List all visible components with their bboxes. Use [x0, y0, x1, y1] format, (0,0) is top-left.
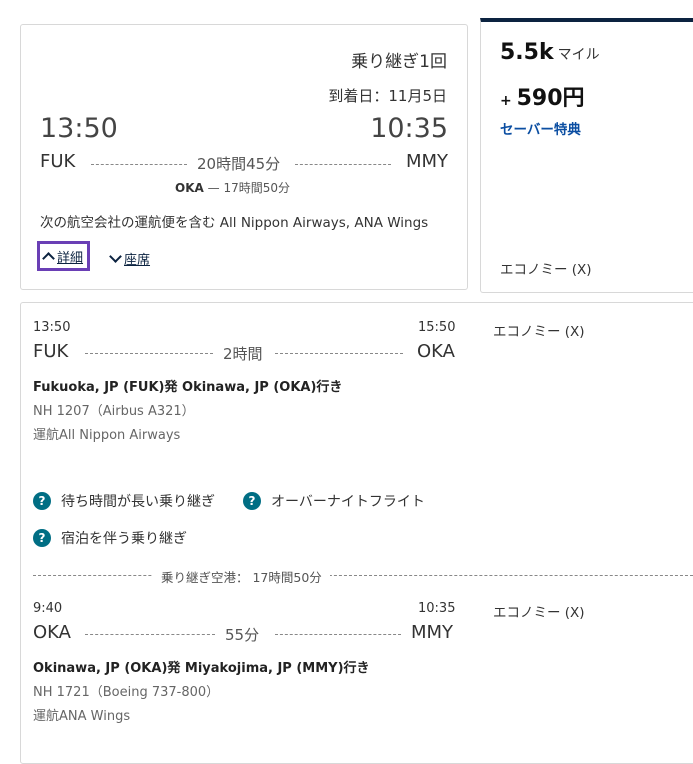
- question-icon: ?: [33, 529, 51, 547]
- segment-1-flight: NH 1207（Airbus A321）: [33, 404, 195, 419]
- warning-label: オーバーナイトフライト: [271, 494, 425, 510]
- connection-info: OKA — 17時間50分: [175, 179, 290, 196]
- warning-label: 宿泊を伴う乗り継ぎ: [61, 531, 187, 547]
- segment-1-cabin: エコノミー (X): [493, 324, 585, 340]
- segment-1-origin: FUK: [33, 341, 69, 362]
- segment-2-route: Okinawa, JP (OKA)発 Miyakojima, JP (MMY)行…: [33, 661, 370, 676]
- tax-value: 590円: [516, 86, 585, 111]
- segment-2-flight: NH 1721（Boeing 737-800）: [33, 685, 220, 700]
- tax-price: + 590円: [500, 86, 585, 111]
- segment-1-line-right: [275, 353, 403, 354]
- question-icon: ?: [33, 492, 51, 510]
- question-icon: ?: [243, 492, 261, 510]
- miles-price: 5.5k マイル: [500, 40, 600, 65]
- total-duration: 20時間45分: [197, 155, 281, 173]
- layover-divider: [33, 575, 693, 576]
- destination-code: MMY: [405, 151, 448, 172]
- stops-count: 乗り継ぎ1回: [351, 52, 447, 72]
- seats-toggle-button[interactable]: 座席: [109, 246, 151, 270]
- arrive-time: 10:35: [370, 113, 448, 144]
- segment-2-depart-time: 9:40: [33, 601, 63, 616]
- details-label: 詳細: [57, 250, 84, 266]
- segment-2-arrive-time: 10:35: [418, 601, 456, 616]
- details-toggle-button[interactable]: 詳細: [37, 241, 91, 271]
- segment-1-operator: 運航All Nippon Airways: [33, 428, 181, 443]
- route-line-left: [91, 164, 187, 165]
- segment-2-line-left: [85, 634, 215, 635]
- segment-1-arrive-time: 15:50: [418, 320, 456, 335]
- via-airport: OKA: [175, 181, 204, 195]
- segment-2-line-right: [275, 634, 401, 635]
- warning-long-layover[interactable]: ? 待ち時間が長い乗り継ぎ: [33, 491, 215, 511]
- chevron-up-icon: [42, 251, 55, 265]
- via-duration: — 17時間50分: [207, 181, 290, 195]
- segment-2-origin: OKA: [33, 622, 71, 643]
- segment-2-operator: 運航ANA Wings: [33, 709, 131, 724]
- segment-2-destination: MMY: [411, 622, 454, 643]
- route-line-right: [295, 164, 391, 165]
- flight-summary-card: 乗り継ぎ1回 到着日：11月5日 13:50 10:35 FUK 20時間45分…: [20, 24, 468, 290]
- arrival-date: 到着日：11月5日: [328, 87, 447, 105]
- flight-details-panel: 13:50 15:50 エコノミー (X) FUK 2時間 OKA Fukuok…: [20, 302, 693, 764]
- segment-1-line-left: [85, 353, 213, 354]
- miles-unit: マイル: [557, 47, 600, 63]
- segment-1-duration: 2時間: [223, 345, 263, 363]
- fare-type: セーバー特典: [500, 122, 581, 138]
- origin-code: FUK: [40, 151, 76, 172]
- segment-2-duration: 55分: [225, 626, 260, 644]
- segment-1-depart-time: 13:50: [33, 320, 71, 335]
- fare-option-card[interactable]: 5.5k マイル + 590円 セーバー特典 エコノミー (X): [480, 18, 693, 293]
- depart-time: 13:50: [40, 113, 118, 144]
- seats-label: 座席: [124, 252, 151, 268]
- segment-1-destination: OKA: [417, 341, 455, 362]
- chevron-down-icon: [109, 249, 122, 263]
- layover-info: 乗り継ぎ空港： 17時間50分: [153, 567, 330, 586]
- warning-label: 待ち時間が長い乗り継ぎ: [61, 494, 215, 510]
- operating-carriers: 次の航空会社の運航便を含む All Nippon Airways, ANA Wi…: [40, 215, 429, 231]
- warning-overnight-flight[interactable]: ? オーバーナイトフライト: [243, 491, 425, 511]
- fare-cabin: エコノミー (X): [500, 262, 592, 278]
- miles-value: 5.5k: [500, 40, 554, 65]
- segment-2-cabin: エコノミー (X): [493, 605, 585, 621]
- warning-overnight-stay[interactable]: ? 宿泊を伴う乗り継ぎ: [33, 528, 187, 548]
- segment-1-route: Fukuoka, JP (FUK)発 Okinawa, JP (OKA)行き: [33, 380, 343, 395]
